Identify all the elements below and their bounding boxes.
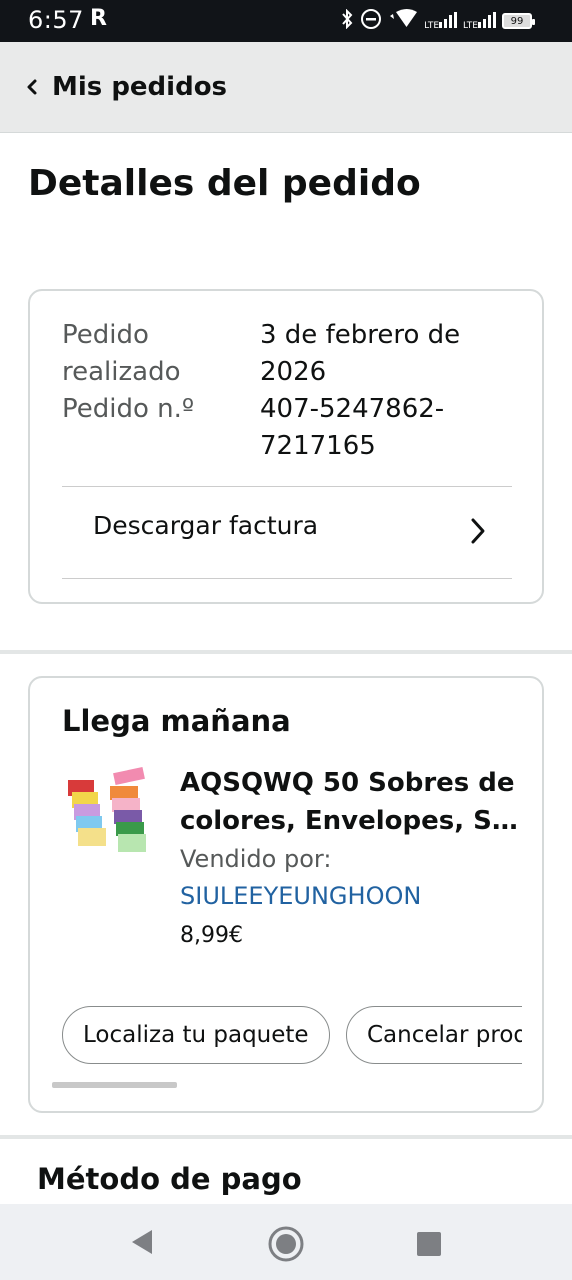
order-date-label-line2: realizado <box>62 357 181 387</box>
chevron-left-icon[interactable] <box>22 76 44 98</box>
wifi-icon <box>388 9 418 33</box>
product-title-line1: AQSQWQ 50 Sobres de <box>180 768 515 798</box>
section-separator <box>0 650 572 654</box>
product-title-link[interactable]: AQSQWQ 50 Sobres de colores, Envelopes, … <box>180 764 520 840</box>
lte-signal-icon-2: LTE <box>463 11 496 31</box>
status-icons: LTE LTE 99 <box>340 8 535 34</box>
divider <box>62 578 512 579</box>
chevron-right-icon <box>468 517 488 545</box>
page-title: Detalles del pedido <box>28 163 421 204</box>
shipment-card: Llega mañana AQSQWQ 50 Sobres de colores… <box>28 676 544 1113</box>
download-invoice-row[interactable]: Descargar factura <box>62 489 512 577</box>
r-icon: R <box>90 6 107 31</box>
track-package-button[interactable]: Localiza tu paquete <box>62 1006 330 1064</box>
seller-link[interactable]: SIULEEYEUNGHOON <box>180 882 421 910</box>
status-bar: 6:57 R LTE LTE 99 <box>0 0 572 42</box>
cancel-items-button[interactable]: Cancelar productos <box>346 1006 522 1064</box>
battery-level: 99 <box>510 15 524 27</box>
order-number-value-line2: 7217165 <box>260 431 376 461</box>
horizontal-scroll-indicator <box>52 1082 177 1088</box>
nav-back-icon[interactable] <box>130 1228 154 1256</box>
action-buttons-scroller[interactable]: Localiza tu paquete Cancelar productos <box>62 1006 522 1066</box>
download-invoice-label: Descargar factura <box>93 511 319 540</box>
sold-by-label: Vendido por: <box>180 845 332 873</box>
nav-home-icon[interactable] <box>268 1226 304 1262</box>
battery-icon: 99 <box>502 13 535 29</box>
nav-recents-icon[interactable] <box>417 1232 441 1256</box>
order-info-card: Pedido realizado 3 de febrero de 2026 Pe… <box>28 289 544 604</box>
order-date-label-line1: Pedido <box>62 320 149 350</box>
product-title-line2: colores, Envelopes, Sobres de colores <box>180 806 520 836</box>
product-price: 8,99€ <box>180 923 243 948</box>
section-separator <box>0 1135 572 1139</box>
lte-signal-icon: LTE <box>424 11 458 31</box>
back-link-mis-pedidos[interactable]: Mis pedidos <box>52 72 227 102</box>
bluetooth-icon <box>340 8 354 33</box>
status-time: 6:57 <box>28 6 84 34</box>
order-number-value-line1: 407-5247862- <box>260 394 445 424</box>
delivery-status: Llega mañana <box>62 704 291 738</box>
system-nav-bar <box>0 1204 572 1280</box>
dnd-icon <box>360 8 382 34</box>
lte-label-2: LTE <box>463 20 478 31</box>
divider <box>62 486 512 487</box>
order-number-label: Pedido n.º <box>62 394 195 424</box>
lte-label: LTE <box>424 20 440 31</box>
order-date-value-line1: 3 de febrero de <box>260 320 461 350</box>
product-image[interactable] <box>64 764 154 860</box>
payment-method-title: Método de pago <box>37 1162 302 1196</box>
header-bar: Mis pedidos <box>0 42 572 133</box>
order-date-value-line2: 2026 <box>260 357 327 387</box>
